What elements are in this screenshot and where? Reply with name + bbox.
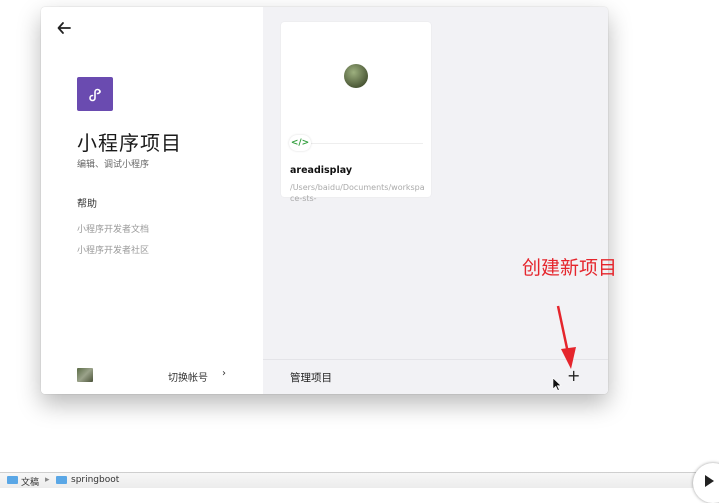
path-crumb-documents[interactable]: 文稿 (21, 475, 39, 488)
page-subtitle: 编辑、调试小程序 (77, 160, 150, 170)
code-icon: </> (289, 135, 311, 151)
app-logo (77, 77, 113, 111)
project-avatar-image (344, 64, 368, 88)
help-heading: 帮助 (77, 199, 97, 210)
help-link-docs[interactable]: 小程序开发者文档 (77, 222, 149, 235)
arrow-left-icon (57, 22, 71, 34)
path-separator-icon: ▸ (45, 475, 50, 485)
project-card[interactable]: </> areadisplay /Users/baidu/Documents/w… (281, 22, 431, 203)
project-window: 小程序项目 编辑、调试小程序 帮助 小程序开发者文档 小程序开发者社区 切换帐号… (41, 7, 608, 394)
switch-account-button[interactable]: 切换帐号 (168, 369, 208, 384)
page-title: 小程序项目 (77, 131, 182, 155)
mini-program-logo-icon (89, 88, 101, 102)
left-panel: 小程序项目 编辑、调试小程序 帮助 小程序开发者文档 小程序开发者社区 切换帐号… (41, 7, 263, 394)
back-button[interactable] (57, 21, 73, 37)
annotation-label: 创建新项目 (522, 257, 618, 279)
folder-icon (7, 476, 18, 484)
mouse-cursor-icon (552, 377, 562, 391)
project-path: /Users/baidu/Documents/workspace-sts- (290, 183, 425, 203)
manage-projects-button[interactable]: 管理项目 (290, 370, 332, 385)
account-bar: 切换帐号 › (41, 359, 263, 394)
folder-icon (56, 476, 67, 484)
project-name: areadisplay (290, 165, 353, 176)
path-crumb-springboot[interactable]: springboot (71, 475, 119, 485)
annotation-arrow-icon (556, 305, 576, 369)
avatar (77, 368, 93, 382)
help-link-community[interactable]: 小程序开发者社区 (77, 243, 149, 256)
chevron-right-icon[interactable]: › (222, 368, 226, 379)
play-icon (705, 475, 714, 487)
finder-path-bar: 文稿 ▸ springboot (0, 472, 719, 488)
project-thumbnail (281, 22, 431, 130)
